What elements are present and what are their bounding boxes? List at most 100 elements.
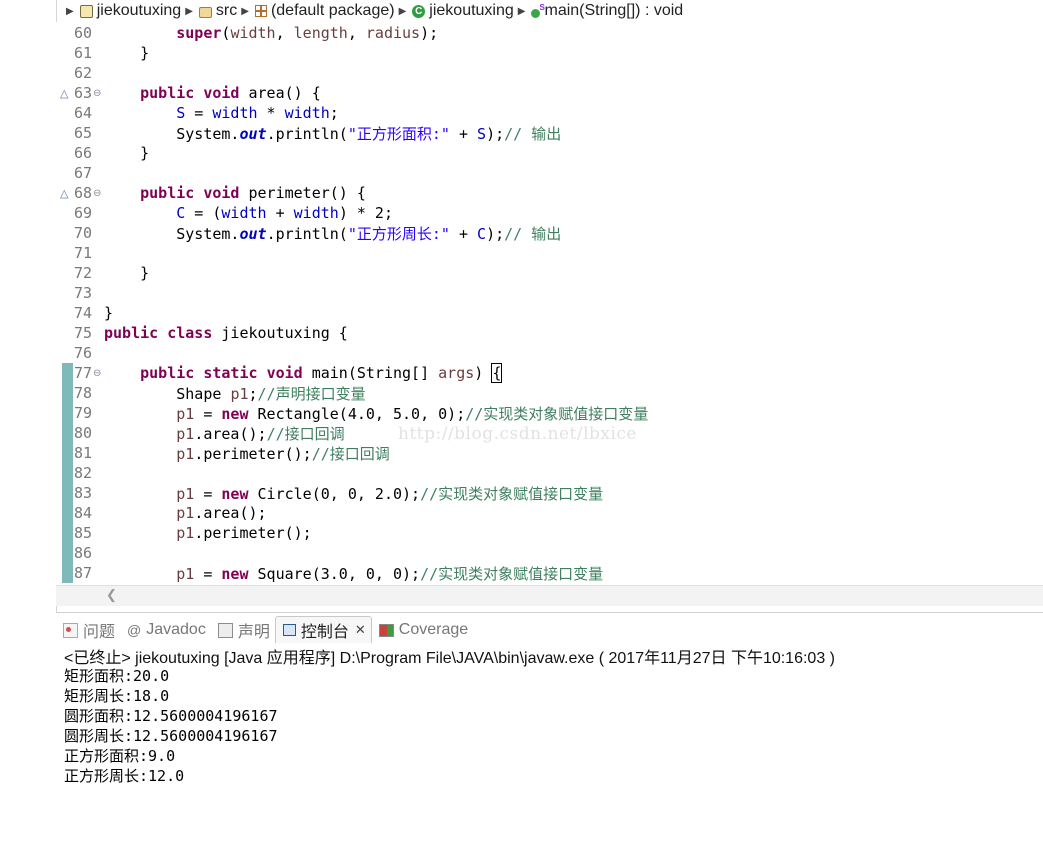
code-line[interactable]: 70 System.out.println("正方形周长:" + C);// 输… <box>56 223 1043 243</box>
code-line[interactable]: 87 p1 = new Square(3.0, 0, 0);//实现类对象赋值接… <box>56 563 1043 583</box>
code-text[interactable]: System.out.println("正方形周长:" + C);// 输出 <box>104 223 561 244</box>
tab-problems[interactable]: 问题 <box>56 617 120 643</box>
code-text[interactable]: C = (width + width) * 2; <box>104 204 393 222</box>
code-line[interactable]: 62 <box>56 63 1043 83</box>
code-editor[interactable]: 60 super(width, length, radius); 61 } 62 △ 6… <box>56 22 1043 585</box>
code-text[interactable]: p1.area(); <box>104 504 266 522</box>
code-text[interactable]: S = width * width; <box>104 104 339 122</box>
code-text[interactable]: } <box>104 44 149 62</box>
line-number: 68 <box>73 184 92 202</box>
horizontal-scrollbar[interactable]: ❮ <box>56 585 1043 606</box>
code-line[interactable]: 84 p1.area(); <box>56 503 1043 523</box>
problems-icon <box>63 622 78 638</box>
code-line[interactable]: 83 p1 = new Circle(0, 0, 2.0);//实现类对象赋值接… <box>56 483 1043 503</box>
code-line[interactable]: 78 Shape p1;//声明接口变量 <box>56 383 1043 403</box>
source-folder-icon <box>198 6 212 18</box>
code-line[interactable]: 67 <box>56 163 1043 183</box>
package-icon <box>254 5 267 17</box>
tab-label: Coverage <box>398 621 469 638</box>
code-text[interactable]: } <box>104 264 149 282</box>
line-number: 60 <box>73 24 92 42</box>
chevron-right-icon[interactable]: ▶ <box>518 6 526 17</box>
code-line[interactable]: 66 } <box>56 143 1043 163</box>
code-line[interactable]: 76 <box>56 343 1043 363</box>
line-number: 78 <box>73 384 92 402</box>
tab-console[interactable]: 控制台 ✕ <box>274 616 372 643</box>
code-text[interactable]: System.out.println("正方形面积:" + S);// 输出 <box>104 123 561 144</box>
chevron-right-icon[interactable]: ▶ <box>399 6 407 17</box>
breadcrumb-package[interactable]: (default package) <box>271 2 395 20</box>
console-output-line: 正方形面积:9.0 <box>64 747 176 765</box>
code-line[interactable]: 61 } <box>56 43 1043 63</box>
code-line[interactable]: 64 S = width * width; <box>56 103 1043 123</box>
close-icon[interactable]: ✕ <box>355 622 366 638</box>
code-text[interactable]: public static void main(String[] args) { <box>104 363 503 383</box>
tab-javadoc[interactable]: @ Javadoc <box>120 617 211 643</box>
console-header: <已终止> jiekoutuxing [Java 应用程序] D:\Progra… <box>64 650 835 667</box>
line-number: 75 <box>73 324 92 342</box>
line-number: 74 <box>73 304 92 322</box>
watermark: http://blog.csdn.net/lbxice <box>398 424 637 444</box>
code-text[interactable]: p1.perimeter();//接口回调 <box>104 443 390 464</box>
chevron-right-icon[interactable]: ▶ <box>66 6 74 17</box>
code-line[interactable]: △ 63 ⊖ public void area() { <box>56 83 1043 103</box>
code-text[interactable]: p1 = new Rectangle(4.0, 5.0, 0);//实现类对象赋… <box>104 403 648 424</box>
line-number: 72 <box>73 264 92 282</box>
line-number: 79 <box>73 404 92 422</box>
breadcrumb-class[interactable]: jiekoutuxing <box>429 2 514 20</box>
code-line[interactable]: 85 p1.perimeter(); <box>56 523 1043 543</box>
chevron-right-icon[interactable]: ▶ <box>241 6 249 17</box>
code-text[interactable]: } <box>104 144 149 162</box>
fold-toggle-icon[interactable]: ⊖ <box>93 88 101 99</box>
code-line[interactable]: 86 <box>56 543 1043 563</box>
line-number: 82 <box>73 464 92 482</box>
tab-declaration[interactable]: 声明 <box>211 617 275 643</box>
fold-toggle-icon[interactable]: ⊖ <box>93 188 101 199</box>
code-line[interactable]: 60 super(width, length, radius); <box>56 23 1043 43</box>
tab-label: Javadoc <box>146 621 206 638</box>
code-text[interactable]: public void area() { <box>104 84 321 102</box>
code-text[interactable]: p1.perimeter(); <box>104 524 311 542</box>
code-text[interactable]: super(width, length, radius); <box>104 24 438 42</box>
tab-coverage[interactable]: Coverage <box>372 617 473 643</box>
chevron-right-icon[interactable]: ▶ <box>185 6 193 17</box>
tab-label: 问题 <box>83 624 116 641</box>
scroll-left-icon[interactable]: ❮ <box>106 587 117 603</box>
code-text[interactable]: p1 = new Square(3.0, 0, 0);//实现类对象赋值接口变量 <box>104 563 603 584</box>
breadcrumb-method[interactable]: main(String[]) : void <box>544 2 683 20</box>
code-text[interactable]: public void perimeter() { <box>104 184 366 202</box>
line-number: 81 <box>73 444 92 462</box>
console-view[interactable]: <已终止> jiekoutuxing [Java 应用程序] D:\Progra… <box>56 643 1043 846</box>
code-text[interactable]: p1.area();//接口回调 <box>104 423 344 444</box>
line-number: 65 <box>73 124 92 142</box>
code-line[interactable]: 72 } <box>56 263 1043 283</box>
console-icon <box>282 624 296 636</box>
line-number: 71 <box>73 244 92 262</box>
code-line[interactable]: 65 System.out.println("正方形面积:" + S);// 输… <box>56 123 1043 143</box>
code-line[interactable]: 74} <box>56 303 1043 323</box>
fold-toggle-icon[interactable]: ⊖ <box>93 368 101 379</box>
code-text[interactable]: Shape p1;//声明接口变量 <box>104 383 365 404</box>
code-line[interactable]: △ 68 ⊖ public void perimeter() { <box>56 183 1043 203</box>
code-line[interactable]: 77 ⊖ public static void main(String[] arg… <box>56 363 1043 383</box>
line-number: 77 <box>73 364 92 382</box>
code-line[interactable]: 81 p1.perimeter();//接口回调 <box>56 443 1043 463</box>
line-number: 70 <box>73 224 92 242</box>
breadcrumb-project[interactable]: jiekoutuxing <box>97 2 182 20</box>
breadcrumb-folder[interactable]: src <box>216 2 237 20</box>
view-tabs: 问题 @ Javadoc 声明 控制台 ✕ Coverage <box>56 612 1043 643</box>
code-text[interactable]: public class jiekoutuxing { <box>104 324 348 342</box>
code-text[interactable]: } <box>104 304 113 322</box>
project-icon <box>79 4 93 18</box>
code-line[interactable]: 79 p1 = new Rectangle(4.0, 5.0, 0);//实现类… <box>56 403 1043 423</box>
code-line[interactable]: 69 C = (width + width) * 2; <box>56 203 1043 223</box>
left-panel-edge <box>0 0 57 846</box>
code-line[interactable]: 75 public class jiekoutuxing { <box>56 323 1043 343</box>
code-line[interactable]: 73 <box>56 283 1043 303</box>
code-line[interactable]: 71 <box>56 243 1043 263</box>
line-number: 73 <box>73 284 92 302</box>
line-number: 85 <box>73 524 92 542</box>
code-line[interactable]: 82 <box>56 463 1043 483</box>
code-text[interactable]: p1 = new Circle(0, 0, 2.0);//实现类对象赋值接口变量 <box>104 483 603 504</box>
console-output-line: 正方形周长:12.0 <box>64 767 185 785</box>
